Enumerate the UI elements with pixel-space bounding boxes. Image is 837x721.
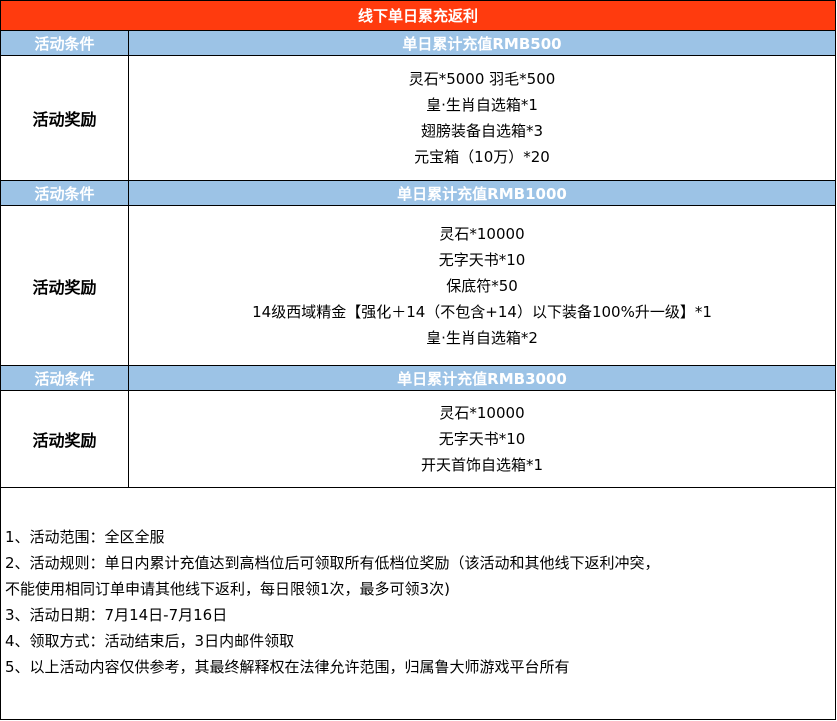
reward-item: 翅膀装备自选箱*3 bbox=[420, 122, 544, 140]
note-line: 5、以上活动内容仅供参考，其最终解释权在法律允许范围，归属鲁大师游戏平台所有 bbox=[5, 658, 570, 676]
tier-3-condition-row: 活动条件 单日累计充值RMB3000 bbox=[1, 365, 835, 390]
reward-item: 14级西域精金【强化＋14（不包含+14）以下装备100%升一级】*1 bbox=[252, 302, 712, 321]
note-line: 不能使用相同订单申请其他线下返利，每日限领1次，最多可领3次) bbox=[5, 580, 450, 598]
activity-notes: 1、活动范围：全区全服 2、活动规则：单日内累计充值达到高档位后可领取所有低档位… bbox=[1, 487, 835, 720]
reward-item: 皇·生肖自选箱*2 bbox=[426, 328, 538, 347]
reward-item: 灵石*10000 bbox=[439, 404, 525, 422]
tier-1-condition-row: 活动条件 单日累计充值RMB500 bbox=[1, 30, 835, 55]
reward-list: 灵石*10000 无字天书*10 开天首饰自选箱*1 bbox=[129, 391, 835, 487]
reward-label: 活动奖励 bbox=[1, 56, 129, 180]
note-line: 3、活动日期：7月14日-7月16日 bbox=[5, 606, 228, 624]
condition-label: 活动条件 bbox=[1, 31, 129, 55]
reward-item: 无字天书*10 bbox=[438, 430, 526, 448]
reward-item: 无字天书*10 bbox=[438, 250, 526, 269]
reward-item: 灵石*5000 羽毛*500 bbox=[408, 70, 556, 88]
condition-label: 活动条件 bbox=[1, 181, 129, 205]
reward-item: 保底符*50 bbox=[446, 276, 518, 295]
reward-list: 灵石*10000 无字天书*10 保底符*50 14级西域精金【强化＋14（不包… bbox=[129, 206, 835, 365]
reward-list: 灵石*5000 羽毛*500 皇·生肖自选箱*1 翅膀装备自选箱*3 元宝箱（1… bbox=[129, 56, 835, 180]
reward-item: 皇·生肖自选箱*1 bbox=[426, 96, 538, 114]
reward-label: 活动奖励 bbox=[1, 206, 129, 365]
reward-item: 开天首饰自选箱*1 bbox=[420, 456, 544, 474]
condition-value: 单日累计充值RMB3000 bbox=[397, 369, 567, 388]
note-line: 1、活动范围：全区全服 bbox=[5, 528, 165, 546]
reward-item: 灵石*10000 bbox=[439, 224, 525, 243]
condition-label: 活动条件 bbox=[1, 366, 129, 390]
rebate-sheet: 线下单日累充返利 活动条件 单日累计充值RMB500 活动奖励 灵石*5000 … bbox=[0, 0, 836, 720]
tier-2-reward-row: 活动奖励 灵石*10000 无字天书*10 保底符*50 14级西域精金【强化＋… bbox=[1, 205, 835, 365]
tier-3-reward-row: 活动奖励 灵石*10000 无字天书*10 开天首饰自选箱*1 bbox=[1, 390, 835, 487]
sheet-title: 线下单日累充返利 bbox=[1, 0, 835, 30]
condition-value: 单日累计充值RMB1000 bbox=[397, 184, 567, 203]
condition-value: 单日累计充值RMB500 bbox=[402, 34, 562, 53]
tier-2-condition-row: 活动条件 单日累计充值RMB1000 bbox=[1, 180, 835, 205]
note-line: 2、活动规则：单日内累计充值达到高档位后可领取所有低档位奖励（该活动和其他线下返… bbox=[5, 554, 660, 572]
reward-label: 活动奖励 bbox=[1, 391, 129, 487]
tier-1-reward-row: 活动奖励 灵石*5000 羽毛*500 皇·生肖自选箱*1 翅膀装备自选箱*3 … bbox=[1, 55, 835, 180]
reward-item: 元宝箱（10万）*20 bbox=[414, 148, 550, 166]
note-line: 4、领取方式：活动结束后，3日内邮件领取 bbox=[5, 632, 295, 650]
